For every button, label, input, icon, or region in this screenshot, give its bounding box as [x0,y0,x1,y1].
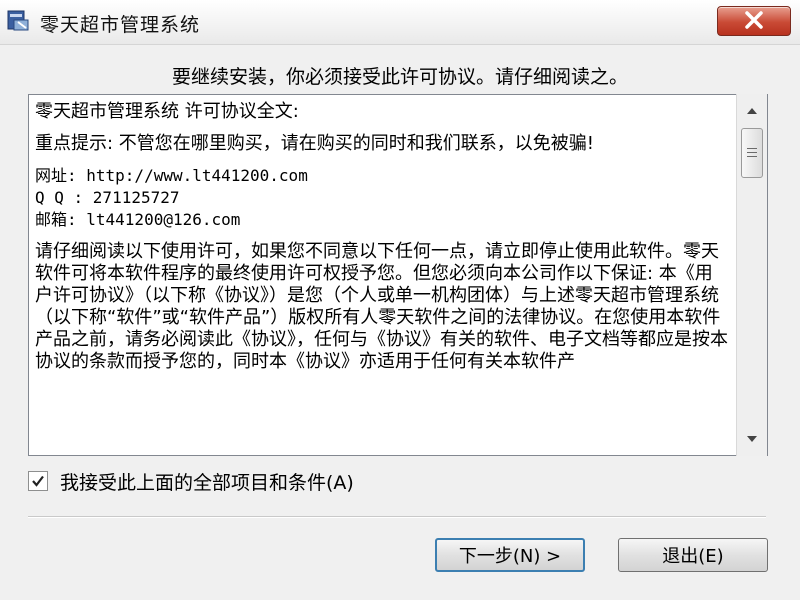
website-line: 网址: http://www.lt441200.com [35,166,308,185]
license-content: 零天超市管理系统 许可协议全文: 重点提示: 不管您在哪里购买，请在购买的同时和… [35,101,729,383]
license-body: 请仔细阅读以下使用许可，如果您不同意以下任何一点，请立即停止使用此软件。零天软件… [35,241,728,372]
install-instruction: 要继续安装，你必须接受此许可协议。请仔细阅读之。 [171,66,628,88]
qq-line: Q Q : 271125727 [35,188,180,207]
license-text-area[interactable]: 零天超市管理系统 许可协议全文: 重点提示: 不管您在哪里购买，请在购买的同时和… [28,94,768,456]
exit-button[interactable]: 退出(E) [618,538,768,572]
accept-checkbox-label[interactable]: 我接受此上面的全部项目和条件(A) [60,468,354,495]
email-line: 邮箱: lt441200@126.com [35,210,241,229]
contact-info: 网址: http://www.lt441200.com Q Q : 271125… [35,165,729,231]
license-notice: 重点提示: 不管您在哪里购买，请在购买的同时和我们联系，以免被骗! [35,133,594,154]
scroll-up-button[interactable] [737,100,767,122]
close-icon [745,11,763,29]
accept-agreement-row[interactable]: 我接受此上面的全部项目和条件(A) [28,468,354,494]
window-title: 零天超市管理系统 [40,14,201,36]
scroll-down-button[interactable] [737,428,767,450]
chevron-up-icon [747,108,757,114]
license-heading: 零天超市管理系统 许可协议全文: [35,101,299,122]
scroll-thumb[interactable] [741,128,763,178]
accept-checkbox[interactable] [28,471,48,491]
title-bar: 零天超市管理系统 [0,0,800,45]
installer-app-icon [7,10,29,31]
divider [28,516,766,518]
chevron-down-icon [747,436,757,442]
checkmark-icon [32,475,44,487]
license-scrollbar[interactable] [736,94,767,456]
close-button[interactable] [717,6,791,36]
next-button[interactable]: 下一步(N) > [435,538,585,572]
